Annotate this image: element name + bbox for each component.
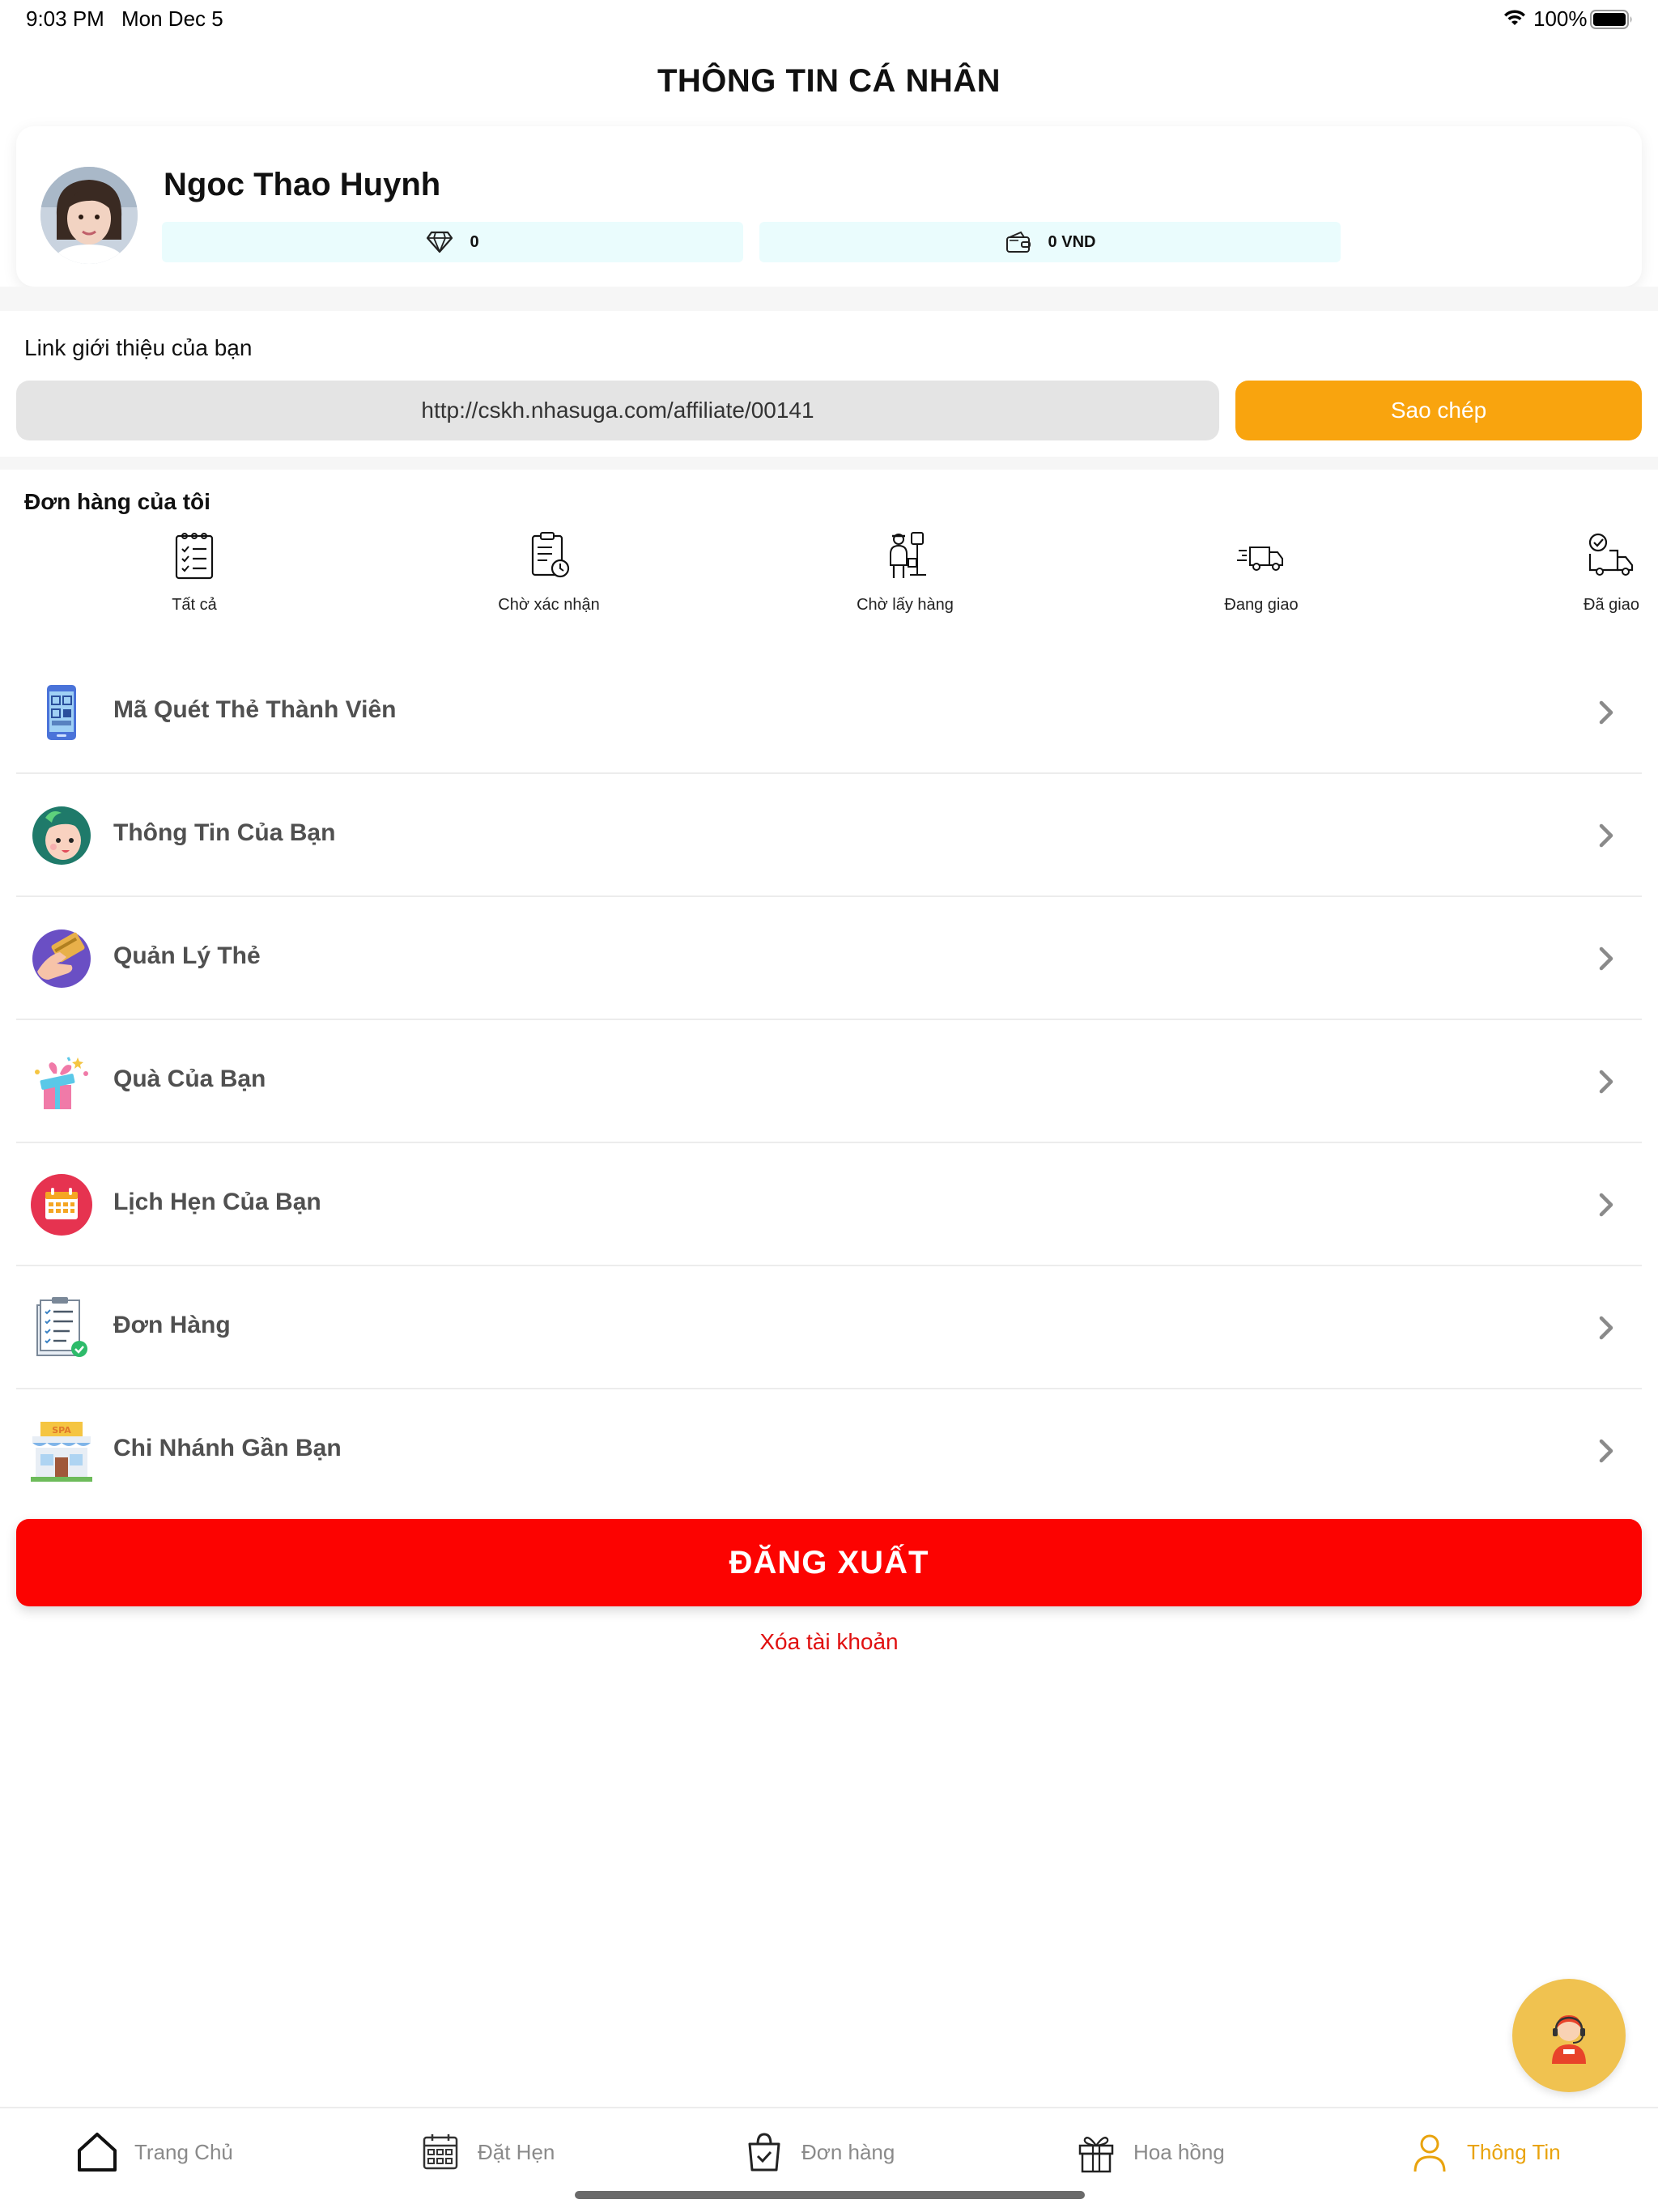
- menu-item-label: Quản Lý Thẻ: [113, 942, 261, 969]
- points-box: 0: [162, 222, 743, 262]
- chevron-right-icon: [1599, 1193, 1613, 1217]
- order-status-label: Chờ xác nhận: [498, 596, 600, 614]
- avatar[interactable]: [40, 167, 138, 264]
- nav-item-home[interactable]: Trang Chủ: [74, 2128, 233, 2176]
- profile-card: Ngoc Thao Huynh 0 0 VND: [16, 126, 1642, 287]
- home-indicator[interactable]: [575, 2191, 1085, 2199]
- shopping-bag-icon: [748, 2133, 780, 2172]
- points-value: 0: [470, 232, 479, 251]
- courier-icon: [890, 532, 926, 578]
- nav-label: Đơn hàng: [801, 2139, 895, 2164]
- menu-item-label: Đơn Hàng: [113, 1312, 231, 1338]
- status-date: Mon Dec 5: [121, 6, 223, 31]
- clipboard-clock-icon: [531, 532, 570, 578]
- chevron-right-icon: [1599, 823, 1613, 848]
- menu-item-appointments[interactable]: Lịch Hẹn Của Bạn: [16, 1143, 1642, 1266]
- nav-item-profile[interactable]: Thông Tin: [1407, 2128, 1561, 2176]
- nav-item-orders[interactable]: Đơn hàng: [742, 2128, 895, 2176]
- chevron-right-icon: [1599, 1316, 1613, 1340]
- spa-store-icon: SPA: [31, 1422, 92, 1482]
- nav-label: Trang Chủ: [134, 2139, 233, 2164]
- menu-item-nearby-branches[interactable]: SPA Chi Nhánh Gần Bạn: [16, 1389, 1642, 1512]
- page-title: THÔNG TIN CÁ NHÂN: [657, 63, 1001, 99]
- nav-item-commission[interactable]: Hoa hồng: [1073, 2128, 1225, 2176]
- section-divider: [0, 457, 1658, 470]
- menu-item-label: Lịch Hẹn Của Bạn: [113, 1189, 321, 1215]
- order-status-shipping[interactable]: Đang giao: [1156, 530, 1367, 615]
- menu-item-label: Thông Tin Của Bạn: [113, 819, 336, 846]
- copy-button[interactable]: Sao chép: [1235, 381, 1642, 440]
- clipboard-list-icon: [175, 533, 214, 580]
- calendar-icon: [31, 1174, 92, 1236]
- menu-item-label: Mã Quét Thẻ Thành Viên: [113, 696, 397, 723]
- menu-item-label: Quà Của Bạn: [113, 1066, 266, 1092]
- order-status-label: Chờ lấy hàng: [857, 596, 954, 614]
- section-divider: [0, 287, 1658, 311]
- status-bar: 9:03 PM Mon Dec 5 100%: [0, 0, 1658, 39]
- calendar-grid-icon: [423, 2134, 458, 2170]
- order-status-label: Đã giao: [1584, 596, 1639, 614]
- order-status-delivered[interactable]: Đã giao: [1511, 530, 1658, 615]
- support-button[interactable]: [1512, 1979, 1626, 2092]
- gift-box-icon: [1078, 2137, 1114, 2173]
- svg-text:SPA: SPA: [52, 1425, 71, 1436]
- nav-label: Thông Tin: [1467, 2139, 1561, 2164]
- status-time: 9:03 PM: [26, 6, 104, 31]
- battery-icon: [1590, 10, 1632, 29]
- menu-item-your-info[interactable]: Thông Tin Của Bạn: [16, 774, 1642, 897]
- balance-box: 0 VND: [759, 222, 1341, 262]
- delivery-truck-icon: [1237, 547, 1283, 571]
- referral-url-field[interactable]: http://cskh.nhasuga.com/affiliate/00141: [16, 381, 1219, 440]
- order-status-all[interactable]: Tất cả: [89, 530, 300, 615]
- order-list-icon: [36, 1297, 87, 1357]
- nav-label: Hoa hồng: [1133, 2139, 1225, 2164]
- nav-label: Đặt Hẹn: [478, 2139, 555, 2164]
- battery-percent: 100%: [1533, 6, 1588, 31]
- menu-item-card-management[interactable]: Quản Lý Thẻ: [16, 897, 1642, 1020]
- chevron-right-icon: [1599, 1439, 1613, 1463]
- user-icon: [1414, 2134, 1446, 2172]
- profile-name: Ngoc Thao Huynh: [164, 167, 441, 202]
- menu-item-your-gifts[interactable]: Quà Của Bạn: [16, 1020, 1642, 1143]
- order-status-awaiting-pickup[interactable]: Chờ lấy hàng: [800, 530, 1010, 615]
- menu-item-label: Chi Nhánh Gần Bạn: [113, 1435, 342, 1461]
- avatar-photo-icon: [40, 167, 138, 264]
- order-status-label: Tất cả: [172, 596, 217, 614]
- gift-icon: [35, 1057, 88, 1109]
- diamond-icon: [427, 231, 453, 253]
- customer-support-icon: [1552, 2015, 1586, 2064]
- delivered-icon: [1588, 533, 1634, 576]
- user-face-icon: [32, 806, 91, 865]
- wallet-icon: [1005, 231, 1031, 253]
- referral-label: Link giới thiệu của bạn: [24, 335, 253, 360]
- qr-phone-icon: [47, 685, 76, 740]
- orders-title: Đơn hàng của tôi: [24, 489, 210, 514]
- chevron-right-icon: [1599, 700, 1613, 725]
- menu-item-member-qr[interactable]: Mã Quét Thẻ Thành Viên: [16, 651, 1642, 774]
- chevron-right-icon: [1599, 1070, 1613, 1094]
- wifi-icon: [1504, 10, 1525, 25]
- logout-button[interactable]: ĐĂNG XUẤT: [16, 1519, 1642, 1606]
- menu-item-orders[interactable]: Đơn Hàng: [16, 1266, 1642, 1389]
- card-hand-icon: [32, 929, 91, 988]
- home-icon: [78, 2133, 117, 2172]
- chevron-right-icon: [1599, 946, 1613, 971]
- order-status-pending[interactable]: Chờ xác nhận: [444, 530, 654, 615]
- nav-item-booking[interactable]: Đặt Hẹn: [418, 2128, 555, 2176]
- delete-account-link[interactable]: Xóa tài khoản: [0, 1629, 1658, 1655]
- balance-value: 0 VND: [1048, 232, 1096, 251]
- order-status-label: Đang giao: [1224, 596, 1299, 614]
